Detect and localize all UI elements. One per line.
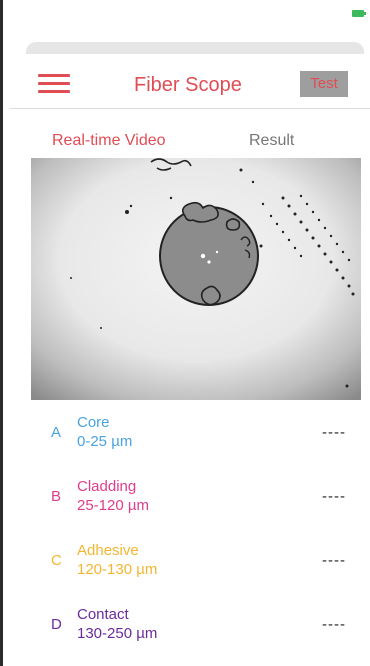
zone-range: 130-250 µm bbox=[77, 625, 158, 642]
tab-bar: Real-time Video Result bbox=[0, 128, 370, 158]
zone-range: 0-25 µm bbox=[77, 433, 133, 450]
zone-name: Contact bbox=[77, 606, 129, 623]
sheet-handle bbox=[26, 42, 364, 54]
zone-row-core: A Core 0-25 µm ---- bbox=[0, 408, 370, 456]
zone-value: ---- bbox=[322, 616, 346, 633]
zone-letter: B bbox=[51, 488, 62, 505]
battery-icon bbox=[352, 10, 366, 17]
zone-value: ---- bbox=[322, 488, 346, 505]
zone-row-adhesive: C Adhesive 120-130 µm ---- bbox=[0, 536, 370, 584]
zone-name: Cladding bbox=[77, 478, 137, 495]
zone-value: ---- bbox=[322, 424, 346, 441]
zone-name: Adhesive bbox=[77, 542, 139, 559]
zone-row-contact: D Contact 130-250 µm ---- bbox=[0, 600, 370, 648]
page-title: Fiber Scope bbox=[134, 74, 242, 96]
tab-result[interactable]: Result bbox=[249, 132, 294, 150]
hamburger-menu-icon[interactable] bbox=[38, 72, 70, 96]
zone-value: ---- bbox=[322, 552, 346, 569]
test-button[interactable]: Test bbox=[300, 71, 348, 97]
app-screen: Fiber Scope Test Real-time Video Result bbox=[0, 0, 370, 666]
zone-range: 120-130 µm bbox=[77, 561, 158, 578]
zone-row-cladding: B Cladding 25-120 µm ---- bbox=[0, 472, 370, 520]
app-header: Fiber Scope Test bbox=[10, 62, 370, 109]
zone-letter: C bbox=[51, 552, 62, 569]
fiber-video-feed bbox=[31, 158, 361, 400]
zone-letter: D bbox=[51, 616, 62, 633]
zone-range: 25-120 µm bbox=[77, 497, 150, 514]
zone-name: Core bbox=[77, 414, 110, 431]
zone-letter: A bbox=[51, 424, 62, 441]
tab-real-time-video[interactable]: Real-time Video bbox=[52, 132, 166, 150]
